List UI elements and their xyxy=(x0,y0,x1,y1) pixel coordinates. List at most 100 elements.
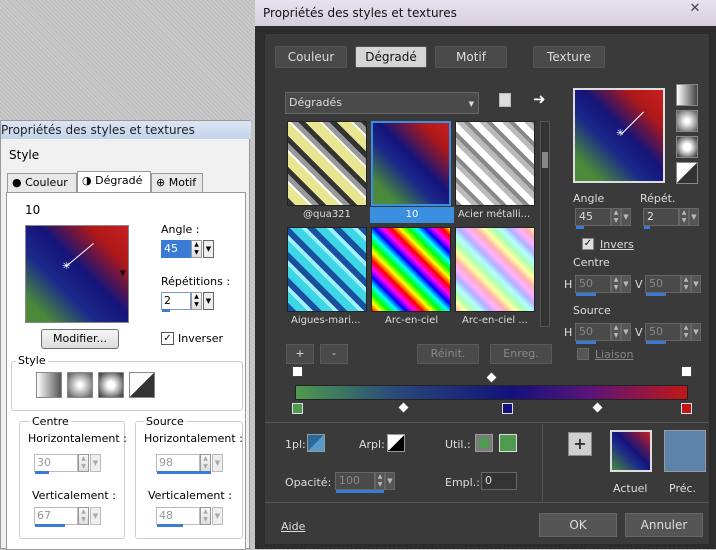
close-icon[interactable]: ✕ xyxy=(680,2,710,18)
opacity-input[interactable]: 100 xyxy=(335,472,375,490)
repeat-dropdown[interactable]: ▼ xyxy=(689,208,699,226)
repetitions-dropdown[interactable]: ▼ xyxy=(203,292,214,310)
source-h-input[interactable]: 50 xyxy=(575,323,611,341)
color-stop-navy[interactable] xyxy=(502,403,513,414)
angle-label: Angle : xyxy=(161,223,200,236)
centre-v-dropdown[interactable]: ▼ xyxy=(90,507,101,525)
source-h-spinner[interactable]: ▲ ▼ xyxy=(200,454,211,472)
scrollbar-thumb[interactable] xyxy=(542,152,548,168)
rectangular-style-button[interactable] xyxy=(676,110,698,132)
gradient-preview[interactable]: ✳ xyxy=(25,225,129,323)
angle-input[interactable]: 45 xyxy=(575,208,611,226)
centre-v-spinner[interactable]: ▲ ▼ xyxy=(78,507,89,525)
save-button[interactable]: Enreg. xyxy=(490,344,552,364)
category-dropdown[interactable]: Dégradés ▼ xyxy=(285,92,479,114)
centre-h-input[interactable]: 50 xyxy=(575,275,611,293)
add-gradient-button[interactable]: + xyxy=(286,344,314,364)
angle-dropdown[interactable]: ▼ xyxy=(203,240,214,258)
source-h-label: Horizontalement : xyxy=(144,432,243,445)
divider xyxy=(265,502,709,503)
browse-folder-icon[interactable] xyxy=(499,93,511,107)
sunburst-style-button[interactable] xyxy=(676,162,698,184)
link-checkbox[interactable] xyxy=(577,348,589,360)
actual-swatch[interactable] xyxy=(610,430,652,472)
centre-group-label: Centre xyxy=(30,415,71,428)
repeat-input[interactable]: 2 xyxy=(643,208,679,226)
centre-v-spinner[interactable]: ▲ ▼ xyxy=(681,275,691,293)
repeat-spinner[interactable]: ▲ ▼ xyxy=(679,208,689,226)
repetitions-input[interactable]: 2 xyxy=(161,292,191,310)
source-h-dropdown[interactable]: ▼ xyxy=(621,323,631,341)
source-v-dropdown[interactable]: ▼ xyxy=(691,323,701,341)
centre-h-dropdown[interactable]: ▼ xyxy=(621,275,631,293)
linear-style-button[interactable] xyxy=(676,84,698,106)
angle-spinner[interactable]: ▲ ▼ xyxy=(611,208,621,226)
remove-gradient-button[interactable]: - xyxy=(320,344,348,364)
source-h-input[interactable]: 98 xyxy=(156,454,200,472)
gradient-thumb-qua321[interactable] xyxy=(287,121,367,206)
centre-v-dropdown[interactable]: ▼ xyxy=(691,275,701,293)
centre-h-spinner[interactable]: ▲ ▼ xyxy=(78,454,89,472)
centre-h-bar xyxy=(35,471,49,474)
rectangular-style-button[interactable] xyxy=(67,372,93,398)
radial-style-button[interactable] xyxy=(676,136,698,158)
source-v-input[interactable]: 50 xyxy=(645,323,681,341)
new-tab-couleur[interactable]: Couleur xyxy=(275,46,347,68)
centre-h-dropdown[interactable]: ▼ xyxy=(90,454,101,472)
help-link[interactable]: Aide xyxy=(281,520,305,533)
gradient-thumb-rainbow-pastel[interactable] xyxy=(455,227,535,312)
repetitions-spinner[interactable]: ▲ ▼ xyxy=(191,292,202,310)
source-v-dropdown[interactable]: ▼ xyxy=(212,507,223,525)
radial-style-button[interactable] xyxy=(98,372,124,398)
ok-button[interactable]: OK xyxy=(539,513,617,537)
modify-button[interactable]: Modifier... xyxy=(41,329,119,349)
fpl-swatch[interactable] xyxy=(307,434,325,452)
centre-h-input[interactable]: 30 xyxy=(34,454,78,472)
empl-input[interactable]: 0 xyxy=(481,472,517,490)
gradient-thumb-10[interactable] xyxy=(371,121,451,206)
centre-v-input[interactable]: 67 xyxy=(34,507,78,525)
actual-label: Actuel xyxy=(613,482,648,495)
angle-input[interactable]: 45 xyxy=(161,240,191,258)
opacity-dropdown[interactable]: ▼ xyxy=(385,472,395,490)
new-tab-motif[interactable]: Motif xyxy=(435,46,507,68)
centre-v-input[interactable]: 50 xyxy=(645,275,681,293)
invert-checkbox[interactable]: ✓ xyxy=(161,332,174,345)
opacity-stop-left[interactable] xyxy=(292,366,303,377)
angle-dropdown[interactable]: ▼ xyxy=(621,208,631,226)
util-swatch-green[interactable] xyxy=(499,434,517,452)
source-h-spinner[interactable]: ▲ ▼ xyxy=(611,323,621,341)
gradient-scrollbar[interactable] xyxy=(540,121,550,327)
angle-spinner[interactable]: ▲ ▼ xyxy=(191,240,202,258)
new-tab-degrade[interactable]: Dégradé xyxy=(355,46,427,68)
source-v-spinner[interactable]: ▲ ▼ xyxy=(681,323,691,341)
arpl-swatch[interactable] xyxy=(387,434,405,452)
opacity-spinner[interactable]: ▲ ▼ xyxy=(375,472,385,490)
preview-dropdown-icon[interactable]: ▼ xyxy=(120,269,125,277)
invert-checkbox[interactable]: ✓ xyxy=(582,238,594,250)
old-tab-couleur[interactable]: ● Couleur xyxy=(7,173,77,193)
previous-swatch[interactable] xyxy=(664,430,706,472)
source-v-input[interactable]: 48 xyxy=(156,507,200,525)
util-swatch-gray[interactable] xyxy=(475,434,493,452)
linear-style-button[interactable] xyxy=(36,372,62,398)
gradient-thumb-acier[interactable] xyxy=(455,121,535,206)
reset-button[interactable]: Réinit. xyxy=(417,344,479,364)
new-tab-texture[interactable]: Texture xyxy=(533,46,605,68)
old-tab-motif[interactable]: ⊕ Motif xyxy=(151,173,203,193)
cancel-button[interactable]: Annuler xyxy=(625,513,703,537)
gradient-thumb-rainbow[interactable] xyxy=(371,227,451,312)
centre-h-spinner[interactable]: ▲ ▼ xyxy=(611,275,621,293)
source-v-spinner[interactable]: ▲ ▼ xyxy=(200,507,211,525)
color-stop-green[interactable] xyxy=(292,403,303,414)
source-h-dropdown[interactable]: ▼ xyxy=(212,454,223,472)
gradient-thumb-aigues[interactable] xyxy=(287,227,367,312)
old-tab-degrade[interactable]: ◑ Dégradé xyxy=(77,171,151,193)
color-stop-red[interactable] xyxy=(681,403,692,414)
gradient-preview-large[interactable]: ✳ xyxy=(573,88,665,183)
opacity-stop-right[interactable] xyxy=(681,366,692,377)
sunburst-style-button[interactable] xyxy=(129,372,155,398)
add-swatch-button[interactable]: + xyxy=(568,432,592,456)
arrow-right-icon[interactable]: ➜ xyxy=(533,90,546,108)
gradient-editor-bar[interactable] xyxy=(295,385,688,400)
